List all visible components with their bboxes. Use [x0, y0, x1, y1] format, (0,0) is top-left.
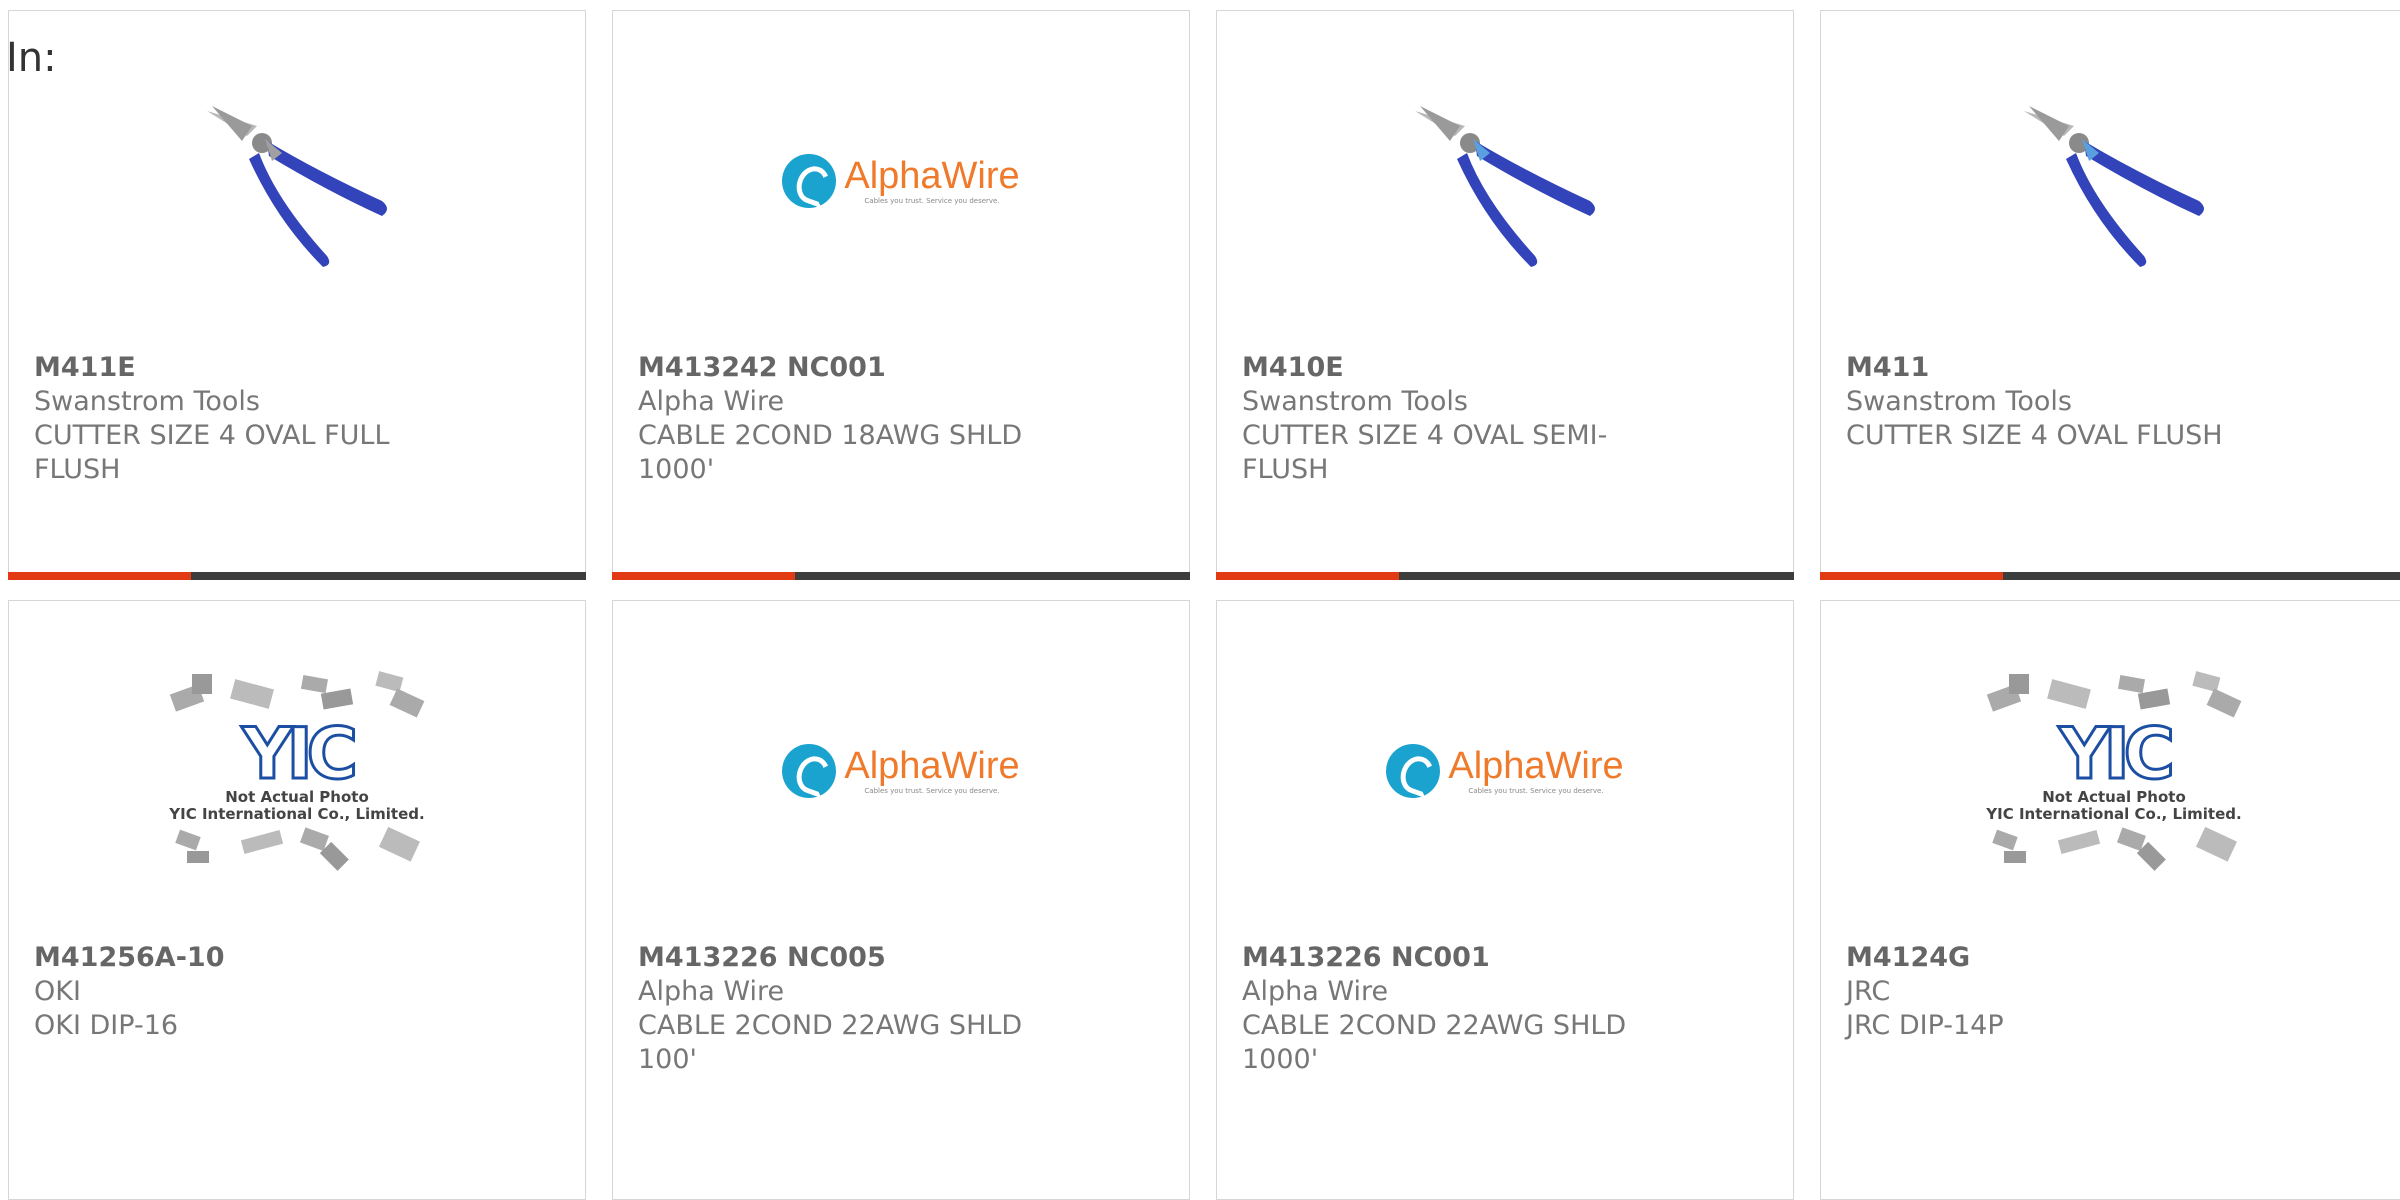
manufacturer: Swanstrom Tools — [1242, 386, 1468, 417]
card-bar-accent — [612, 572, 795, 580]
product-card[interactable]: AlphaWire Cables you trust. Service you … — [612, 600, 1190, 1200]
alphawire-name: AlphaWire — [844, 745, 1020, 787]
yic-logo: YIC — [2057, 713, 2176, 795]
chip-packages-icon — [175, 826, 420, 871]
card-bar — [1216, 572, 1794, 580]
manufacturer: Swanstrom Tools — [34, 386, 260, 417]
manufacturer: Alpha Wire — [638, 976, 785, 1007]
part-number[interactable]: M413242 NC001 — [638, 351, 1038, 385]
card-bar — [8, 572, 586, 580]
product-info: M411E Swanstrom Tools CUTTER SIZE 4 OVAL… — [34, 351, 434, 487]
alphawire-tagline: Cables you trust. Service you deserve. — [864, 787, 1000, 795]
manufacturer: JRC — [1846, 976, 1891, 1007]
description: CABLE 2COND 18AWG SHLD 1000' — [638, 420, 1023, 485]
card-bar-accent — [1820, 572, 2003, 580]
product-info: M410E Swanstrom Tools CUTTER SIZE 4 OVAL… — [1242, 351, 1642, 487]
chip-packages-icon — [1992, 826, 2237, 871]
chip-packages-icon — [169, 671, 425, 718]
description: OKI DIP-16 — [34, 1010, 179, 1041]
product-card[interactable]: AlphaWire Cables you trust. Service you … — [612, 10, 1190, 580]
part-number[interactable]: M4124G — [1846, 941, 2246, 975]
yic-caption-1: Not Actual Photo — [2042, 788, 2186, 806]
product-card[interactable]: AlphaWire Cables you trust. Service you … — [1216, 600, 1794, 1200]
alphawire-mark-icon — [1386, 744, 1441, 798]
manufacturer: Alpha Wire — [1242, 976, 1389, 1007]
alphawire-name: AlphaWire — [1448, 745, 1624, 787]
in-label: In: — [6, 35, 57, 81]
yic-caption-1: Not Actual Photo — [225, 788, 369, 806]
part-number[interactable]: M413226 NC005 — [638, 941, 1038, 975]
manufacturer: Swanstrom Tools — [1846, 386, 2072, 417]
description: CUTTER SIZE 4 OVAL SEMI-FLUSH — [1242, 420, 1608, 485]
manufacturer: Alpha Wire — [638, 386, 785, 417]
product-info: M41256A-10 OKI OKI DIP-16 — [34, 941, 434, 1043]
yic-logo: YIC — [240, 713, 359, 795]
description: CABLE 2COND 22AWG SHLD 100' — [638, 1010, 1023, 1075]
yic-caption-2: YIC International Co., Limited. — [169, 805, 425, 823]
alphawire-tagline: Cables you trust. Service you deserve. — [1468, 787, 1604, 795]
alphawire-logo: AlphaWire Cables you trust. Service you … — [771, 661, 1031, 881]
description: CABLE 2COND 22AWG SHLD 1000' — [1242, 1010, 1627, 1075]
alphawire-mark-icon — [782, 154, 837, 208]
product-card[interactable]: YIC Not Actual Photo YIC International C… — [8, 600, 586, 1200]
part-number[interactable]: M413226 NC001 — [1242, 941, 1642, 975]
product-info: M4124G JRC JRC DIP-14P — [1846, 941, 2246, 1043]
description: JRC DIP-14P — [1846, 1010, 2004, 1041]
product-card[interactable]: M411 Swanstrom Tools CUTTER SIZE 4 OVAL … — [1820, 10, 2400, 580]
product-info: M413226 NC005 Alpha Wire CABLE 2COND 22A… — [638, 941, 1038, 1077]
product-card[interactable]: M411E Swanstrom Tools CUTTER SIZE 4 OVAL… — [8, 10, 586, 580]
manufacturer: OKI — [34, 976, 81, 1007]
yic-placeholder-image: YIC Not Actual Photo YIC International C… — [1974, 661, 2254, 881]
part-number[interactable]: M410E — [1242, 351, 1642, 385]
chip-packages-icon — [1986, 671, 2242, 718]
card-bar — [612, 572, 1190, 580]
product-card[interactable]: M410E Swanstrom Tools CUTTER SIZE 4 OVAL… — [1216, 10, 1794, 580]
pliers-icon — [1375, 71, 1635, 291]
pliers-icon — [167, 71, 427, 291]
card-bar-accent — [1216, 572, 1399, 580]
part-number[interactable]: M411E — [34, 351, 434, 385]
alphawire-name: AlphaWire — [844, 155, 1020, 197]
card-bar-accent — [8, 572, 191, 580]
product-card[interactable]: YIC Not Actual Photo YIC International C… — [1820, 600, 2400, 1200]
alphawire-mark-icon — [782, 744, 837, 798]
alphawire-tagline: Cables you trust. Service you deserve. — [864, 197, 1000, 205]
yic-caption-2: YIC International Co., Limited. — [1986, 805, 2242, 823]
part-number[interactable]: M41256A-10 — [34, 941, 434, 975]
product-info: M411 Swanstrom Tools CUTTER SIZE 4 OVAL … — [1846, 351, 2246, 453]
description: CUTTER SIZE 4 OVAL FLUSH — [1846, 420, 2223, 451]
yic-placeholder-image: YIC Not Actual Photo YIC International C… — [157, 661, 437, 881]
product-info: M413242 NC001 Alpha Wire CABLE 2COND 18A… — [638, 351, 1038, 487]
alphawire-logo: AlphaWire Cables you trust. Service you … — [1375, 661, 1635, 881]
card-bar — [1820, 572, 2400, 580]
pliers-icon — [1984, 71, 2244, 291]
product-info: M413226 NC001 Alpha Wire CABLE 2COND 22A… — [1242, 941, 1642, 1077]
part-number[interactable]: M411 — [1846, 351, 2246, 385]
description: CUTTER SIZE 4 OVAL FULL FLUSH — [34, 420, 390, 485]
alphawire-logo: AlphaWire Cables you trust. Service you … — [771, 71, 1031, 291]
